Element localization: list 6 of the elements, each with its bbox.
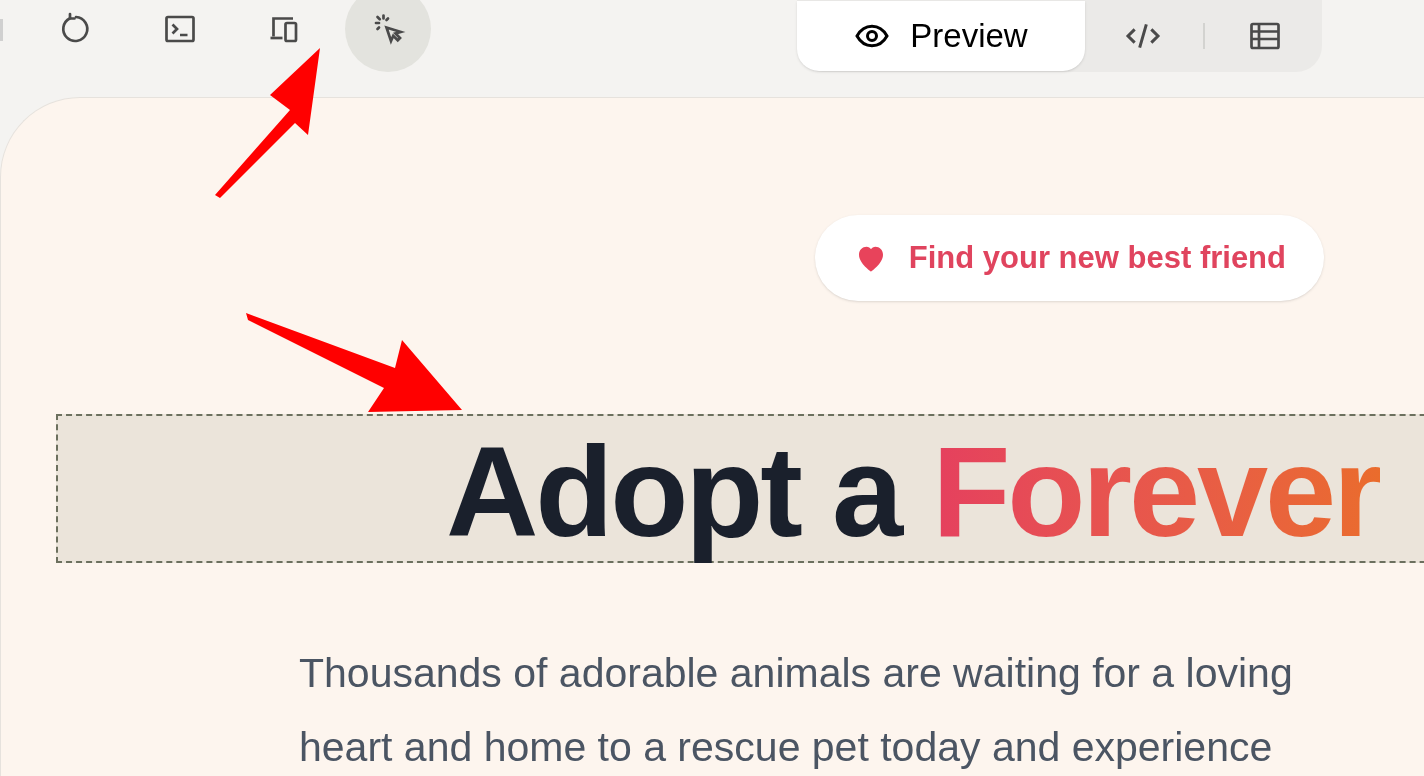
view-tab[interactable]: Preview (797, 1, 1085, 71)
intro-text-line: Thousands of adorable animals are waiting for a loving (299, 649, 1293, 698)
toolbar-button[interactable] (345, 0, 431, 72)
hero-heading: Adopt a Forever (446, 418, 1380, 564)
intro-text-line: heart and home to a rescue pet today and experience (299, 723, 1273, 772)
badge-text: Find your new best friend (908, 238, 1286, 277)
